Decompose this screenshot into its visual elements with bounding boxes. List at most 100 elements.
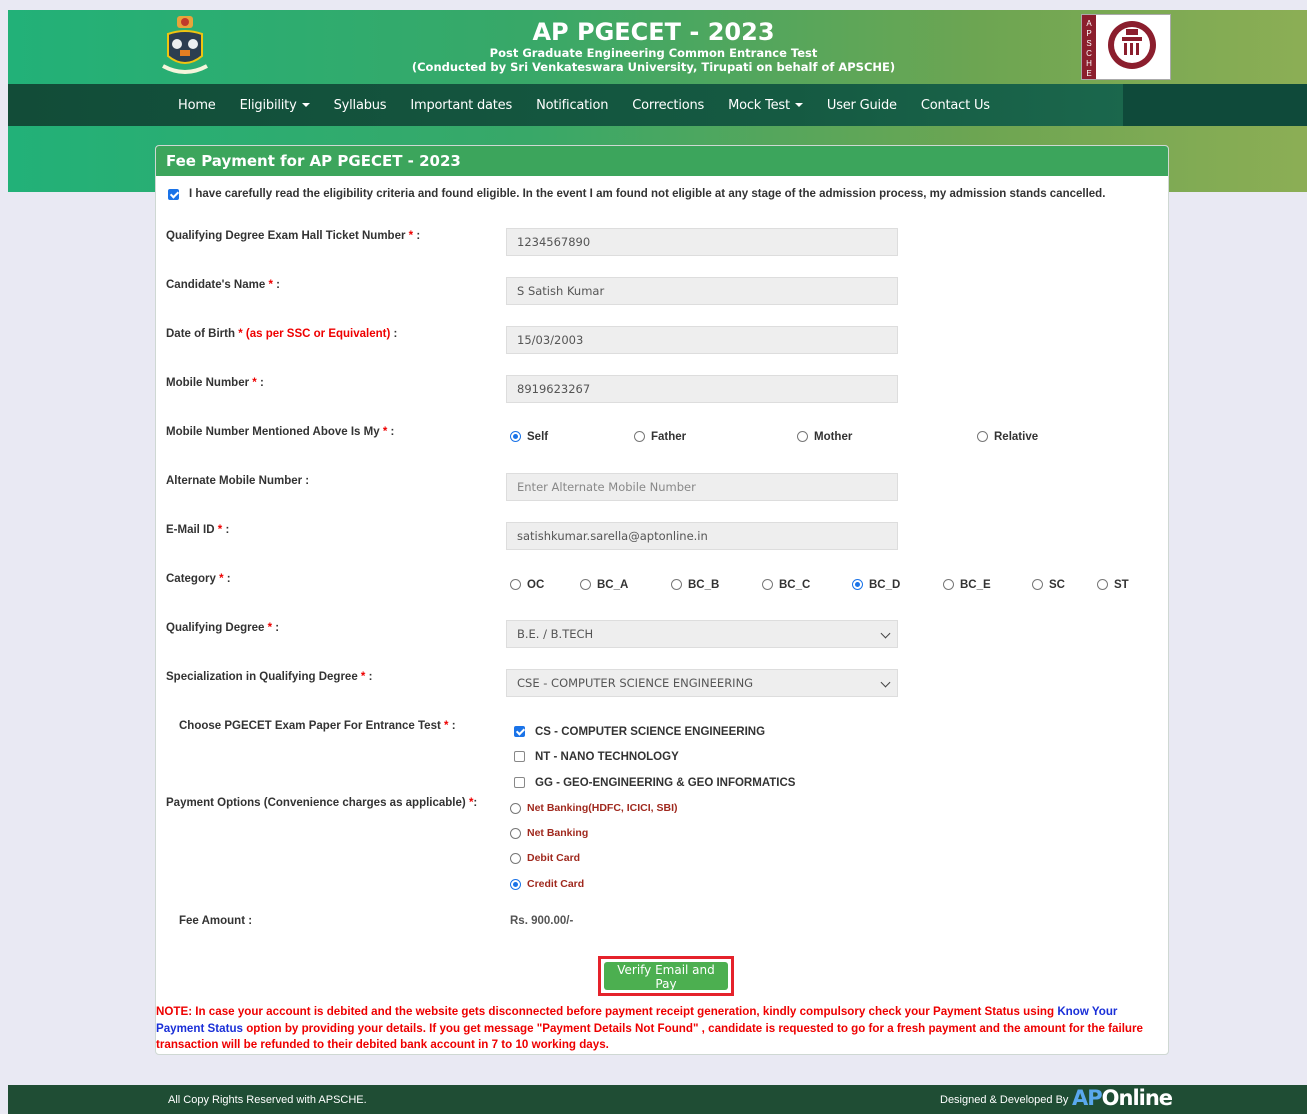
required-marker: *	[444, 720, 449, 732]
radio-bc-c[interactable]	[762, 579, 773, 591]
payment-option-label: Debit Card	[527, 852, 581, 864]
checkbox-gg[interactable]	[514, 777, 525, 789]
dob-note: (as per SSC or Equivalent)	[245, 328, 391, 340]
svg-text:A: A	[1086, 19, 1092, 28]
name-label-text: Candidate's Name	[166, 279, 266, 291]
radio-bc-e[interactable]	[943, 579, 954, 591]
category-st[interactable]: ST	[1097, 579, 1129, 591]
alt-mobile-field[interactable]: Enter Alternate Mobile Number	[506, 473, 898, 501]
required-marker: *	[468, 797, 474, 809]
brand-online: Online	[1101, 1086, 1173, 1110]
nav-syllabus[interactable]: Syllabus	[334, 98, 387, 113]
payment-note: NOTE: In case your account is debited an…	[156, 1004, 1166, 1054]
radio-credit-card[interactable]	[510, 878, 521, 890]
footer-designed-by: Designed & Developed By	[940, 1094, 1069, 1106]
svg-text:P: P	[1086, 29, 1091, 38]
radio-relative[interactable]	[977, 431, 988, 443]
radio-mother[interactable]	[797, 431, 808, 443]
nav-mock-test-label: Mock Test	[728, 97, 790, 113]
radio-debit-card[interactable]	[510, 852, 521, 864]
qualifying-degree-select[interactable]: B.E. / B.TECH	[506, 620, 898, 648]
verify-email-pay-button[interactable]: Verify Email and Pay	[604, 962, 728, 991]
nav-eligibility-label: Eligibility	[239, 97, 297, 113]
specialization-label-text: Specialization in Qualifying Degree	[166, 671, 358, 683]
radio-bc-b[interactable]	[671, 579, 682, 591]
mobile-owner-relative[interactable]: Relative	[977, 431, 1038, 443]
nav-eligibility[interactable]: Eligibility	[240, 98, 310, 113]
email-label: E-Mail ID * :	[166, 524, 230, 536]
payment-netbanking-hdfc[interactable]: Net Banking(HDFC, ICICI, SBI)	[510, 802, 678, 814]
radio-netbanking-hdfc[interactable]	[510, 802, 521, 814]
svg-text:C: C	[1086, 49, 1092, 58]
declaration-text: I have carefully read the eligibility cr…	[189, 188, 1106, 200]
email-field[interactable]: satishkumar.sarella@aptonline.in	[506, 522, 898, 550]
radio-sc[interactable]	[1032, 579, 1043, 591]
apsche-logo: A P S C H E	[1081, 14, 1171, 80]
payment-debit-card[interactable]: Debit Card	[510, 852, 580, 864]
payment-credit-card[interactable]: Credit Card	[510, 878, 584, 890]
category-bc-a[interactable]: BC_A	[580, 579, 628, 591]
declaration-checkbox[interactable]	[168, 188, 179, 200]
nav-home[interactable]: Home	[178, 98, 216, 113]
required-marker: *	[268, 279, 273, 291]
nav-important-dates[interactable]: Important dates	[410, 98, 512, 113]
mobile-owner-self[interactable]: Self	[510, 431, 548, 443]
radio-netbanking[interactable]	[510, 827, 521, 839]
navbar-shade	[1123, 84, 1307, 126]
exam-paper-gg[interactable]: GG - GEO-ENGINEERING & GEO INFORMATICS	[514, 777, 795, 789]
option-label: SC	[1049, 579, 1065, 591]
note-text-1: NOTE: In case your account is debited an…	[156, 1005, 1058, 1018]
declaration-row: I have carefully read the eligibility cr…	[168, 188, 1105, 200]
radio-self[interactable]	[510, 431, 521, 443]
radio-father[interactable]	[634, 431, 645, 443]
hall-ticket-field[interactable]: 1234567890	[506, 228, 898, 256]
required-marker: *	[382, 426, 388, 438]
dob-label-text: Date of Birth	[166, 328, 235, 340]
specialization-label: Specialization in Qualifying Degree * :	[166, 671, 373, 683]
apsche-emblem-icon: A P S C H E	[1082, 15, 1156, 79]
footer: All Copy Rights Reserved with APSCHE. De…	[8, 1085, 1307, 1114]
mobile-label: Mobile Number * :	[166, 377, 264, 389]
name-field[interactable]: S Satish Kumar	[506, 277, 898, 305]
category-oc[interactable]: OC	[510, 579, 544, 591]
nav-user-guide[interactable]: User Guide	[827, 98, 897, 113]
category-sc[interactable]: SC	[1032, 579, 1065, 591]
nav-mock-test[interactable]: Mock Test	[728, 98, 803, 113]
option-label: Self	[527, 431, 549, 443]
payment-options-label: Payment Options (Convenience charges as …	[166, 797, 478, 809]
radio-st[interactable]	[1097, 579, 1108, 591]
mobile-owner-mother[interactable]: Mother	[797, 431, 852, 443]
radio-oc[interactable]	[510, 579, 521, 591]
category-bc-b[interactable]: BC_B	[671, 579, 719, 591]
qualifying-degree-label-text: Qualifying Degree	[166, 622, 265, 634]
dob-field[interactable]: 15/03/2003	[506, 326, 898, 354]
nav-corrections[interactable]: Corrections	[632, 98, 704, 113]
payment-netbanking[interactable]: Net Banking	[510, 827, 588, 839]
category-bc-c[interactable]: BC_C	[762, 579, 810, 591]
brand-ap: AP	[1072, 1086, 1103, 1110]
category-bc-e[interactable]: BC_E	[943, 579, 991, 591]
exam-paper-nt[interactable]: NT - NANO TECHNOLOGY	[514, 751, 679, 763]
paper-label: GG - GEO-ENGINEERING & GEO INFORMATICS	[535, 777, 796, 789]
radio-bc-d[interactable]	[852, 579, 863, 591]
exam-paper-cs[interactable]: CS - COMPUTER SCIENCE ENGINEERING	[514, 726, 765, 738]
option-label: BC_D	[869, 579, 901, 591]
specialization-select[interactable]: CSE - COMPUTER SCIENCE ENGINEERING	[506, 669, 898, 697]
chevron-down-icon	[880, 677, 891, 688]
nav-notification[interactable]: Notification	[536, 98, 608, 113]
radio-bc-a[interactable]	[580, 579, 591, 591]
option-label: OC	[527, 579, 545, 591]
mobile-owner-father[interactable]: Father	[634, 431, 686, 443]
option-label: Mother	[814, 431, 853, 443]
nav-contact-us[interactable]: Contact Us	[921, 98, 990, 113]
category-bc-d[interactable]: BC_D	[852, 579, 900, 591]
category-label: Category * :	[166, 573, 231, 585]
checkbox-cs[interactable]	[514, 726, 525, 738]
payment-option-label: Net Banking	[527, 827, 589, 839]
mobile-field[interactable]: 8919623267	[506, 375, 898, 403]
option-label: BC_E	[960, 579, 991, 591]
category-label-text: Category	[166, 573, 216, 585]
caret-down-icon	[794, 103, 803, 107]
exam-paper-label: Choose PGECET Exam Paper For Entrance Te…	[179, 720, 456, 732]
checkbox-nt[interactable]	[514, 751, 525, 763]
